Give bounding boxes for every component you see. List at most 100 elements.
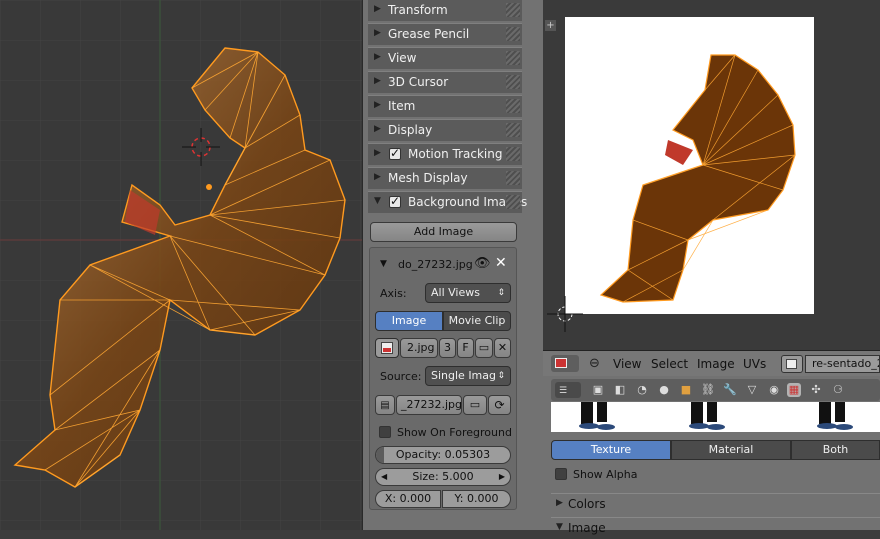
texture-icon[interactable]: ▦ bbox=[787, 383, 801, 397]
updown-arrows-icon: ⇕ bbox=[497, 371, 505, 381]
opacity-fill bbox=[376, 447, 385, 463]
add-image-button[interactable]: Add Image bbox=[370, 222, 517, 242]
reload-icon: ⟳ bbox=[494, 398, 505, 412]
panel-grease-pencil[interactable]: ▶ Grease Pencil bbox=[368, 23, 522, 45]
remove-x-icon[interactable]: ✕ bbox=[495, 255, 507, 271]
collapsed-triangle-icon: ▶ bbox=[374, 148, 381, 158]
close-icon: ✕ bbox=[497, 341, 508, 354]
panel-mesh-display[interactable]: ▶ Mesh Display bbox=[368, 167, 522, 189]
show-on-foreground-checkbox[interactable] bbox=[379, 426, 391, 438]
drag-grip-icon[interactable] bbox=[506, 123, 520, 137]
viewport-canvas[interactable] bbox=[0, 0, 362, 530]
unlink-button[interactable]: ✕ bbox=[494, 338, 511, 358]
motion-tracking-checkbox[interactable] bbox=[389, 146, 401, 160]
data-icon[interactable]: ▽ bbox=[745, 383, 759, 397]
panel-3d-cursor[interactable]: ▶ 3D Cursor bbox=[368, 71, 522, 93]
menu-uvs[interactable]: UVs bbox=[743, 357, 766, 371]
users-count[interactable]: 3 bbox=[439, 338, 456, 358]
image-name-field[interactable]: re-sentado_27 bbox=[805, 355, 880, 373]
editor-type-button[interactable]: ☰ bbox=[555, 382, 581, 398]
modifiers-icon[interactable]: 🔧 bbox=[723, 383, 737, 397]
menu-image[interactable]: Image bbox=[697, 357, 735, 371]
background-image-name: do_27232.jpg bbox=[398, 258, 473, 271]
image-browse-button[interactable] bbox=[781, 355, 803, 373]
show-alpha-checkbox[interactable] bbox=[555, 468, 567, 480]
image-editor-header: ⊖ View Select Image UVs re-sentado_27 bbox=[543, 350, 880, 376]
reload-button[interactable]: ⟳ bbox=[488, 395, 511, 415]
show-on-foreground-label: Show On Foreground bbox=[397, 426, 512, 439]
drag-grip-icon[interactable] bbox=[506, 171, 520, 185]
render-layers-icon[interactable]: ◧ bbox=[613, 383, 627, 397]
world-icon[interactable]: ● bbox=[657, 383, 671, 397]
collapsed-triangle-icon: ▶ bbox=[374, 172, 381, 182]
updown-arrows-icon: ⇕ bbox=[497, 288, 505, 298]
right-arrow-icon[interactable]: ▶ bbox=[499, 469, 505, 485]
panel-display[interactable]: ▶ Display bbox=[368, 119, 522, 141]
material-icon[interactable]: ◉ bbox=[767, 383, 781, 397]
uv-layout[interactable] bbox=[543, 0, 880, 350]
panel-image[interactable]: ▼ Image bbox=[551, 517, 880, 539]
file-open-button[interactable]: ▭ bbox=[463, 395, 487, 415]
texture-preview bbox=[551, 402, 880, 432]
collapse-menu-icon[interactable]: ⊖ bbox=[589, 356, 600, 371]
eye-icon[interactable]: 👁 bbox=[474, 256, 491, 271]
panel-transform[interactable]: ▶ Transform bbox=[368, 0, 522, 21]
preview-strip bbox=[579, 402, 853, 430]
list-icon: ☰ bbox=[559, 386, 568, 396]
background-images-checkbox[interactable] bbox=[389, 194, 401, 208]
tab-both[interactable]: Both bbox=[791, 440, 880, 460]
expanded-triangle-icon[interactable]: ▼ bbox=[380, 259, 387, 269]
source-dropdown[interactable]: Single Imag ⇕ bbox=[425, 366, 511, 386]
drag-grip-icon[interactable] bbox=[506, 75, 520, 89]
collapsed-triangle-icon: ▶ bbox=[556, 498, 563, 508]
offset-y-field[interactable]: Y: 0.000 bbox=[442, 490, 511, 508]
constraints-icon[interactable]: ⛓ bbox=[701, 383, 715, 397]
render-icon[interactable]: ▣ bbox=[591, 383, 605, 397]
properties-editor: ☰ ▣ ◧ ◔ ● ■ ⛓ 🔧 ▽ ◉ ▦ ✣ ⚆ Texture Materi… bbox=[543, 376, 880, 535]
folder-icon: ▭ bbox=[469, 398, 481, 411]
image-icon bbox=[786, 359, 797, 369]
file-path-field[interactable]: _27232.jpg bbox=[396, 395, 462, 415]
image-browse-button[interactable] bbox=[375, 338, 399, 358]
panel-view[interactable]: ▶ View bbox=[368, 47, 522, 69]
left-arrow-icon[interactable]: ◀ bbox=[381, 469, 387, 485]
offset-x-field[interactable]: X: 0.000 bbox=[375, 490, 441, 508]
editor-type-button[interactable] bbox=[551, 355, 579, 372]
particles-icon[interactable]: ✣ bbox=[809, 383, 823, 397]
image-name-field[interactable]: 2.jpg bbox=[400, 338, 438, 358]
collapsed-triangle-icon: ▶ bbox=[374, 76, 381, 86]
folder-icon: ▭ bbox=[478, 341, 490, 354]
open-folder-button[interactable]: ▭ bbox=[475, 338, 493, 358]
panel-motion-tracking[interactable]: ▶Motion Tracking bbox=[368, 143, 522, 165]
tab-material[interactable]: Material bbox=[671, 440, 791, 460]
axis-dropdown[interactable]: All Views ⇕ bbox=[425, 283, 511, 303]
collapsed-triangle-icon: ▶ bbox=[374, 100, 381, 110]
menu-select[interactable]: Select bbox=[651, 357, 688, 371]
panel-background-images[interactable]: ▼Background Images bbox=[368, 191, 527, 213]
tab-movie-clip-source[interactable]: Movie Clip bbox=[443, 311, 511, 331]
drag-grip-icon[interactable] bbox=[506, 51, 520, 65]
fake-user-button[interactable]: F bbox=[457, 338, 474, 358]
file-browse-button[interactable]: ▤ bbox=[375, 395, 395, 415]
drag-grip-icon[interactable] bbox=[506, 27, 520, 41]
context-tab-bar: ☰ ▣ ◧ ◔ ● ■ ⛓ 🔧 ▽ ◉ ▦ ✣ ⚆ bbox=[551, 379, 880, 401]
scene-icon[interactable]: ◔ bbox=[635, 383, 649, 397]
3d-viewport[interactable] bbox=[0, 0, 362, 530]
image-editor-canvas[interactable]: + bbox=[543, 0, 880, 350]
opacity-slider[interactable]: Opacity: 0.05303 bbox=[375, 446, 511, 464]
tab-texture[interactable]: Texture bbox=[551, 440, 671, 460]
object-icon[interactable]: ■ bbox=[679, 383, 693, 397]
file-icon: ▤ bbox=[380, 400, 390, 411]
2d-cursor[interactable] bbox=[547, 296, 583, 332]
tab-image-source[interactable]: Image bbox=[375, 311, 443, 331]
panel-colors[interactable]: ▶ Colors bbox=[551, 493, 880, 515]
panel-item[interactable]: ▶ Item bbox=[368, 95, 522, 117]
drag-grip-icon[interactable] bbox=[506, 99, 520, 113]
drag-grip-icon[interactable] bbox=[506, 147, 520, 161]
collapsed-triangle-icon: ▶ bbox=[374, 124, 381, 134]
size-field[interactable]: ◀ Size: 5.000 ▶ bbox=[375, 468, 511, 486]
drag-grip-icon[interactable] bbox=[506, 195, 520, 209]
drag-grip-icon[interactable] bbox=[506, 3, 520, 17]
menu-view[interactable]: View bbox=[613, 357, 641, 371]
physics-icon[interactable]: ⚆ bbox=[831, 383, 845, 397]
